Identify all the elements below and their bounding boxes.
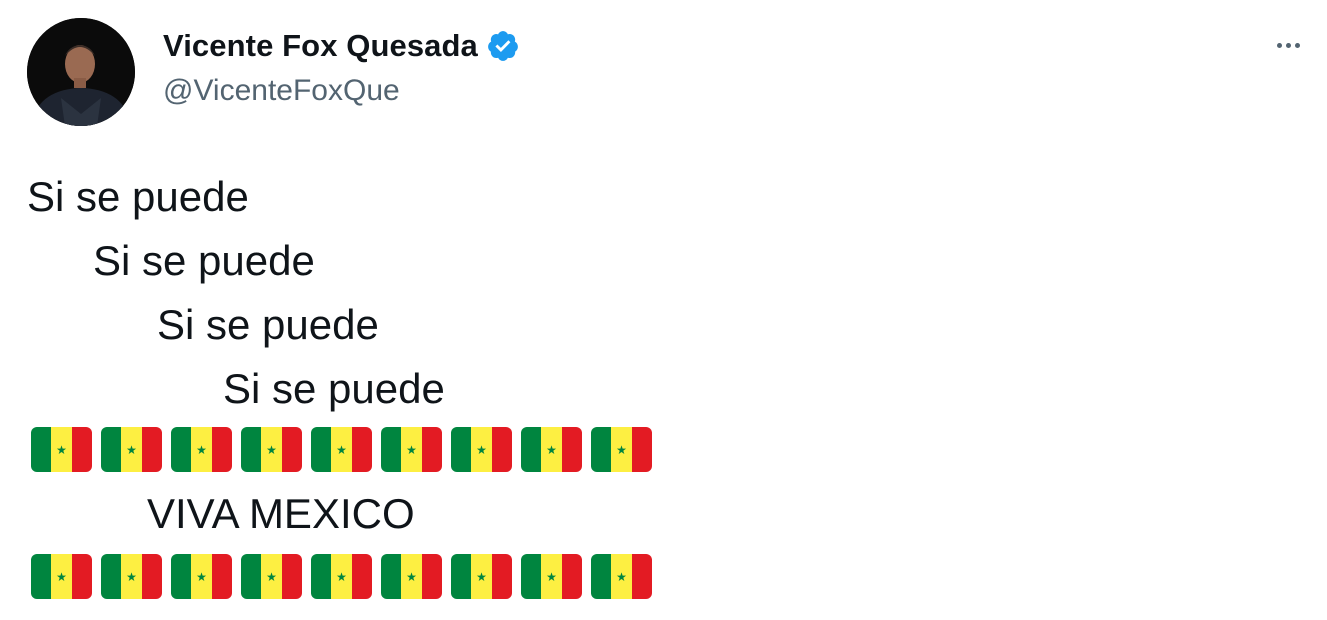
senegal-flag-emoji: ★ [591, 427, 652, 472]
ellipsis-dot [1294, 42, 1300, 48]
tweet-card[interactable]: Vicente Fox Quesada @VicenteFoxQue Si se… [0, 0, 1327, 620]
senegal-flag-emoji: ★ [521, 427, 582, 472]
flag-star-icon: ★ [476, 569, 487, 584]
senegal-flag-emoji: ★ [311, 554, 372, 599]
profile-photo-icon [27, 18, 135, 126]
flag-star-icon: ★ [126, 569, 137, 584]
flag-star-icon: ★ [196, 569, 207, 584]
more-options-button[interactable] [1268, 30, 1308, 60]
flag-star-icon: ★ [56, 569, 67, 584]
flag-emoji-row: ★ ★ ★ ★ ★ ★ ★ ★ ★ [31, 427, 652, 472]
ellipsis-dot [1285, 42, 1291, 48]
author-handle[interactable]: @VicenteFoxQue [163, 74, 400, 108]
flag-star-icon: ★ [616, 442, 627, 457]
senegal-flag-emoji: ★ [521, 554, 582, 599]
flag-star-icon: ★ [546, 442, 557, 457]
flag-star-icon: ★ [616, 569, 627, 584]
tweet-closing-text: VIVA MEXICO [147, 490, 415, 537]
senegal-flag-emoji: ★ [171, 427, 232, 472]
flag-star-icon: ★ [56, 442, 67, 457]
flag-emoji-row: ★ ★ ★ ★ ★ ★ ★ ★ ★ [31, 554, 652, 599]
senegal-flag-emoji: ★ [451, 554, 512, 599]
author-display-name[interactable]: Vicente Fox Quesada [163, 28, 478, 64]
senegal-flag-emoji: ★ [591, 554, 652, 599]
tweet-text-line: Si se puede [223, 365, 445, 412]
senegal-flag-emoji: ★ [241, 554, 302, 599]
flag-star-icon: ★ [266, 442, 277, 457]
flag-star-icon: ★ [336, 442, 347, 457]
senegal-flag-emoji: ★ [31, 554, 92, 599]
senegal-flag-emoji: ★ [241, 427, 302, 472]
flag-star-icon: ★ [126, 442, 137, 457]
senegal-flag-emoji: ★ [451, 427, 512, 472]
senegal-flag-emoji: ★ [171, 554, 232, 599]
flag-star-icon: ★ [266, 569, 277, 584]
senegal-flag-emoji: ★ [311, 427, 372, 472]
tweet-text-line: Si se puede [157, 301, 379, 348]
flag-star-icon: ★ [476, 442, 487, 457]
tweet-text-line: Si se puede [93, 237, 315, 284]
verified-badge-icon [486, 29, 520, 63]
flag-star-icon: ★ [196, 442, 207, 457]
flag-star-icon: ★ [406, 442, 417, 457]
ellipsis-icon [1276, 42, 1282, 48]
flag-star-icon: ★ [406, 569, 417, 584]
flag-star-icon: ★ [336, 569, 347, 584]
senegal-flag-emoji: ★ [101, 427, 162, 472]
tweet-text-line: Si se puede [27, 173, 249, 220]
flag-star-icon: ★ [546, 569, 557, 584]
senegal-flag-emoji: ★ [381, 427, 442, 472]
senegal-flag-emoji: ★ [381, 554, 442, 599]
author-name-row: Vicente Fox Quesada [163, 26, 520, 66]
senegal-flag-emoji: ★ [101, 554, 162, 599]
senegal-flag-emoji: ★ [31, 427, 92, 472]
avatar[interactable] [27, 18, 135, 126]
